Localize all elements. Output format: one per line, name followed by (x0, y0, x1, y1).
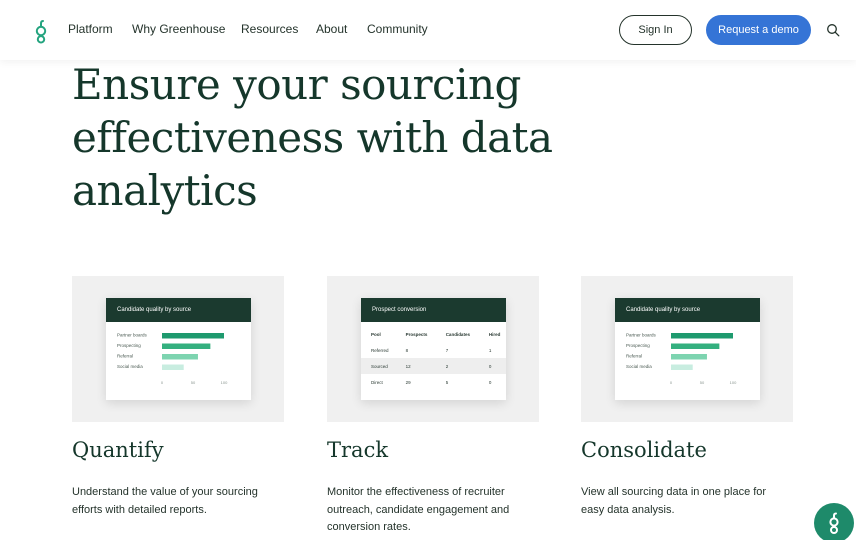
category-label: Prospecting (117, 343, 141, 348)
quantify-preview-panel: Candidate quality by source Partner boar… (72, 276, 284, 422)
category-label: Referral (117, 354, 133, 359)
table-row: Referred 8 7 1 (361, 342, 506, 358)
card-description-quantify: Understand the value of your sourcing ef… (72, 486, 258, 516)
nav-community[interactable]: Community (367, 22, 428, 36)
column-header: Prospects (405, 331, 428, 337)
bar (162, 354, 198, 360)
chat-button[interactable] (814, 503, 854, 540)
nav-platform[interactable]: Platform (68, 22, 113, 36)
bar (671, 354, 707, 360)
bar-chart: Partner boards Prospecting Referral Social … (117, 333, 228, 385)
column-header: Candidates (445, 331, 470, 337)
column-header: Hired (488, 331, 501, 337)
tick-label: 50 (191, 380, 196, 385)
tick-label: 100 (221, 380, 228, 385)
track-preview-panel: Prospect conversion Pool Prospects Candi… (327, 276, 539, 422)
table-cell: Sourced (371, 363, 388, 369)
table-cell: 2 (445, 363, 449, 369)
tick-label: 100 (730, 380, 737, 385)
card-title-quantify: Quantify (72, 438, 164, 462)
bar (162, 343, 211, 349)
table-row: Sourced 12 2 0 (361, 358, 506, 374)
table-cell: Direct (371, 379, 383, 385)
table-cell: 0 (488, 363, 492, 369)
table-cell: 7 (445, 347, 449, 353)
bar (162, 333, 224, 339)
category-label: Partner boards (117, 333, 148, 338)
search-icon[interactable] (826, 23, 840, 37)
card-description-track: Monitor the effectiveness of recruiter o… (327, 486, 510, 533)
card-title-consolidate: Consolidate (581, 438, 707, 462)
card-description-consolidate: View all sourcing data in one place for … (581, 486, 767, 516)
table-cell: 5 (445, 379, 449, 385)
preview-heading: Candidate quality by source (615, 298, 760, 322)
table-row: Direct 29 5 0 (361, 374, 506, 390)
bar (162, 364, 184, 370)
category-label: Social media (626, 364, 652, 369)
table-cell: 0 (488, 379, 492, 385)
request-demo-button[interactable]: Request a demo (706, 15, 811, 45)
table-cell: 8 (405, 347, 409, 353)
chat-bubble-icon (829, 512, 839, 534)
sign-in-button[interactable]: Sign In (619, 15, 692, 45)
table-cell: 1 (488, 347, 492, 353)
bar-chart: Partner boards Prospecting Referral Social … (626, 333, 737, 385)
nav-about[interactable]: About (316, 22, 347, 36)
tick-label: 0 (670, 380, 673, 385)
category-label: Referral (626, 354, 642, 359)
bar (671, 343, 720, 349)
category-label: Social media (117, 364, 143, 369)
category-label: Partner boards (626, 333, 657, 338)
conversion-table: Pool Prospects Candidates Hired Referred… (361, 326, 506, 390)
nav-why-greenhouse[interactable]: Why Greenhouse (132, 22, 225, 36)
preview-heading: Prospect conversion (361, 298, 506, 322)
consolidate-preview-panel: Candidate quality by source Partner boar… (581, 276, 793, 422)
quality-chart-preview: Candidate quality by source Partner boar… (106, 298, 251, 400)
site-header: Platform Why Greenhouse Resources About … (0, 0, 856, 60)
table-cell: 12 (405, 363, 411, 369)
table-cell: Referred (371, 347, 389, 353)
table-cell: 29 (405, 379, 411, 385)
tick-label: 50 (700, 380, 705, 385)
bar (671, 333, 733, 339)
table-header-row: Pool Prospects Candidates Hired (361, 326, 506, 342)
category-label: Prospecting (626, 343, 650, 348)
nav-resources[interactable]: Resources (241, 22, 298, 36)
tick-label: 0 (161, 380, 164, 385)
conversion-table-preview: Prospect conversion Pool Prospects Candi… (361, 298, 506, 400)
greenhouse-logo-icon[interactable] (33, 18, 49, 44)
card-title-track: Track (327, 438, 389, 462)
column-header: Pool (371, 331, 381, 337)
preview-heading: Candidate quality by source (106, 298, 251, 322)
bar (671, 364, 693, 370)
hero-title: Ensure your sourcing effectiveness with … (72, 60, 553, 215)
quality-chart-preview: Candidate quality by source Partner boar… (615, 298, 760, 400)
